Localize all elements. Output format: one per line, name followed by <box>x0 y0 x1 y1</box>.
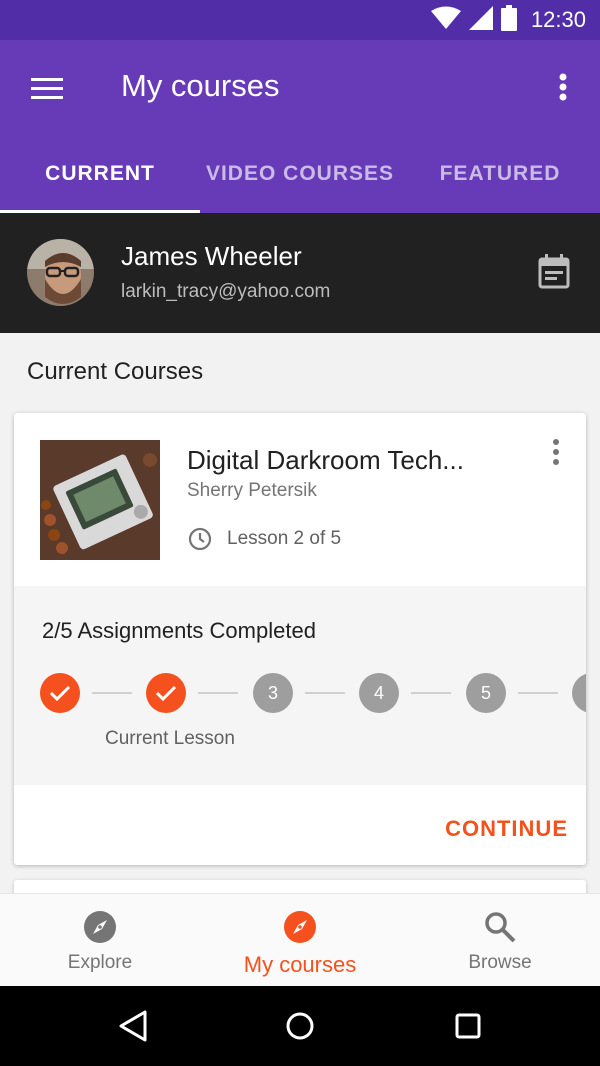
profile-header: James Wheeler larkin_tracy@yahoo.com <box>0 213 600 333</box>
status-icons: 12:30 <box>430 4 586 36</box>
status-bar: 12:30 <box>0 0 600 40</box>
step-3[interactable]: 3 <box>253 673 293 713</box>
recents-icon <box>455 1013 481 1039</box>
calendar-icon <box>538 254 570 289</box>
lesson-progress-text: Lesson 2 of 5 <box>227 528 342 549</box>
status-time: 12:30 <box>530 7 586 32</box>
nav-explore-label: Explore <box>67 952 133 973</box>
calendar-button[interactable] <box>537 253 571 291</box>
profile-email: larkin_tracy@yahoo.com <box>121 281 331 302</box>
signal-icon <box>468 5 493 35</box>
tab-featured[interactable]: FEATURED <box>400 145 600 213</box>
profile-name: James Wheeler <box>121 241 302 271</box>
course-title[interactable]: Digital Darkroom Tech... <box>187 445 464 476</box>
nav-my-courses[interactable]: My courses <box>200 894 400 987</box>
tab-current[interactable]: CURRENT <box>0 145 200 213</box>
nav-explore[interactable]: Explore <box>0 894 200 987</box>
step-connector <box>92 692 132 694</box>
recents-button[interactable] <box>448 1006 488 1046</box>
home-icon <box>286 1012 314 1040</box>
assignments-completed-text: 2/5 Assignments Completed <box>42 618 316 643</box>
step-connector <box>198 692 238 694</box>
step-connector <box>518 692 558 694</box>
menu-icon <box>31 78 63 99</box>
back-icon <box>119 1010 147 1042</box>
step-connector <box>305 692 345 694</box>
step-4[interactable]: 4 <box>359 673 399 713</box>
system-navigation-bar <box>0 986 600 1066</box>
lesson-stepper: 3 4 5 <box>40 673 586 713</box>
tab-bar: CURRENT VIDEO COURSES FEATURED <box>0 145 600 214</box>
course-author: Sherry Petersik <box>187 480 317 501</box>
check-icon <box>155 685 177 702</box>
compass-icon <box>284 911 316 943</box>
nav-browse[interactable]: Browse <box>400 894 600 987</box>
app-bar: My courses CURRENT VIDEO COURSES FEATURE… <box>0 40 600 214</box>
nav-my-courses-label: My courses <box>243 952 357 977</box>
assignment-progress: 2/5 Assignments Completed 3 4 5 Current … <box>14 586 586 785</box>
step-6[interactable] <box>572 673 586 713</box>
wifi-icon <box>430 6 461 35</box>
avatar[interactable] <box>27 239 94 306</box>
home-button[interactable] <box>280 1006 320 1046</box>
more-vert-icon <box>553 439 559 465</box>
tab-video-courses[interactable]: VIDEO COURSES <box>200 145 400 213</box>
back-button[interactable] <box>113 1006 153 1046</box>
nav-browse-label: Browse <box>468 952 532 973</box>
step-1-completed[interactable] <box>40 673 80 713</box>
page-title: My courses <box>121 68 280 103</box>
continue-button[interactable]: CONTINUE <box>428 809 568 849</box>
clock-icon <box>188 527 212 551</box>
check-icon <box>49 685 71 702</box>
section-title: Current Courses <box>27 358 204 385</box>
compass-icon <box>84 911 116 943</box>
bottom-navigation: Explore My courses Browse <box>0 893 600 986</box>
step-2-completed[interactable] <box>146 673 186 713</box>
step-connector <box>411 692 451 694</box>
course-thumbnail <box>40 440 160 560</box>
search-icon <box>485 912 516 943</box>
course-card[interactable]: Digital Darkroom Tech... Sherry Petersik… <box>14 413 586 865</box>
current-lesson-label: Current Lesson <box>105 728 235 749</box>
menu-button[interactable] <box>26 70 68 106</box>
more-vert-icon <box>559 73 567 101</box>
overflow-menu-button[interactable] <box>548 68 578 108</box>
lesson-info: Lesson 2 of 5 <box>187 526 341 552</box>
step-5[interactable]: 5 <box>466 673 506 713</box>
course-more-button[interactable] <box>546 437 566 471</box>
battery-icon <box>500 4 517 36</box>
